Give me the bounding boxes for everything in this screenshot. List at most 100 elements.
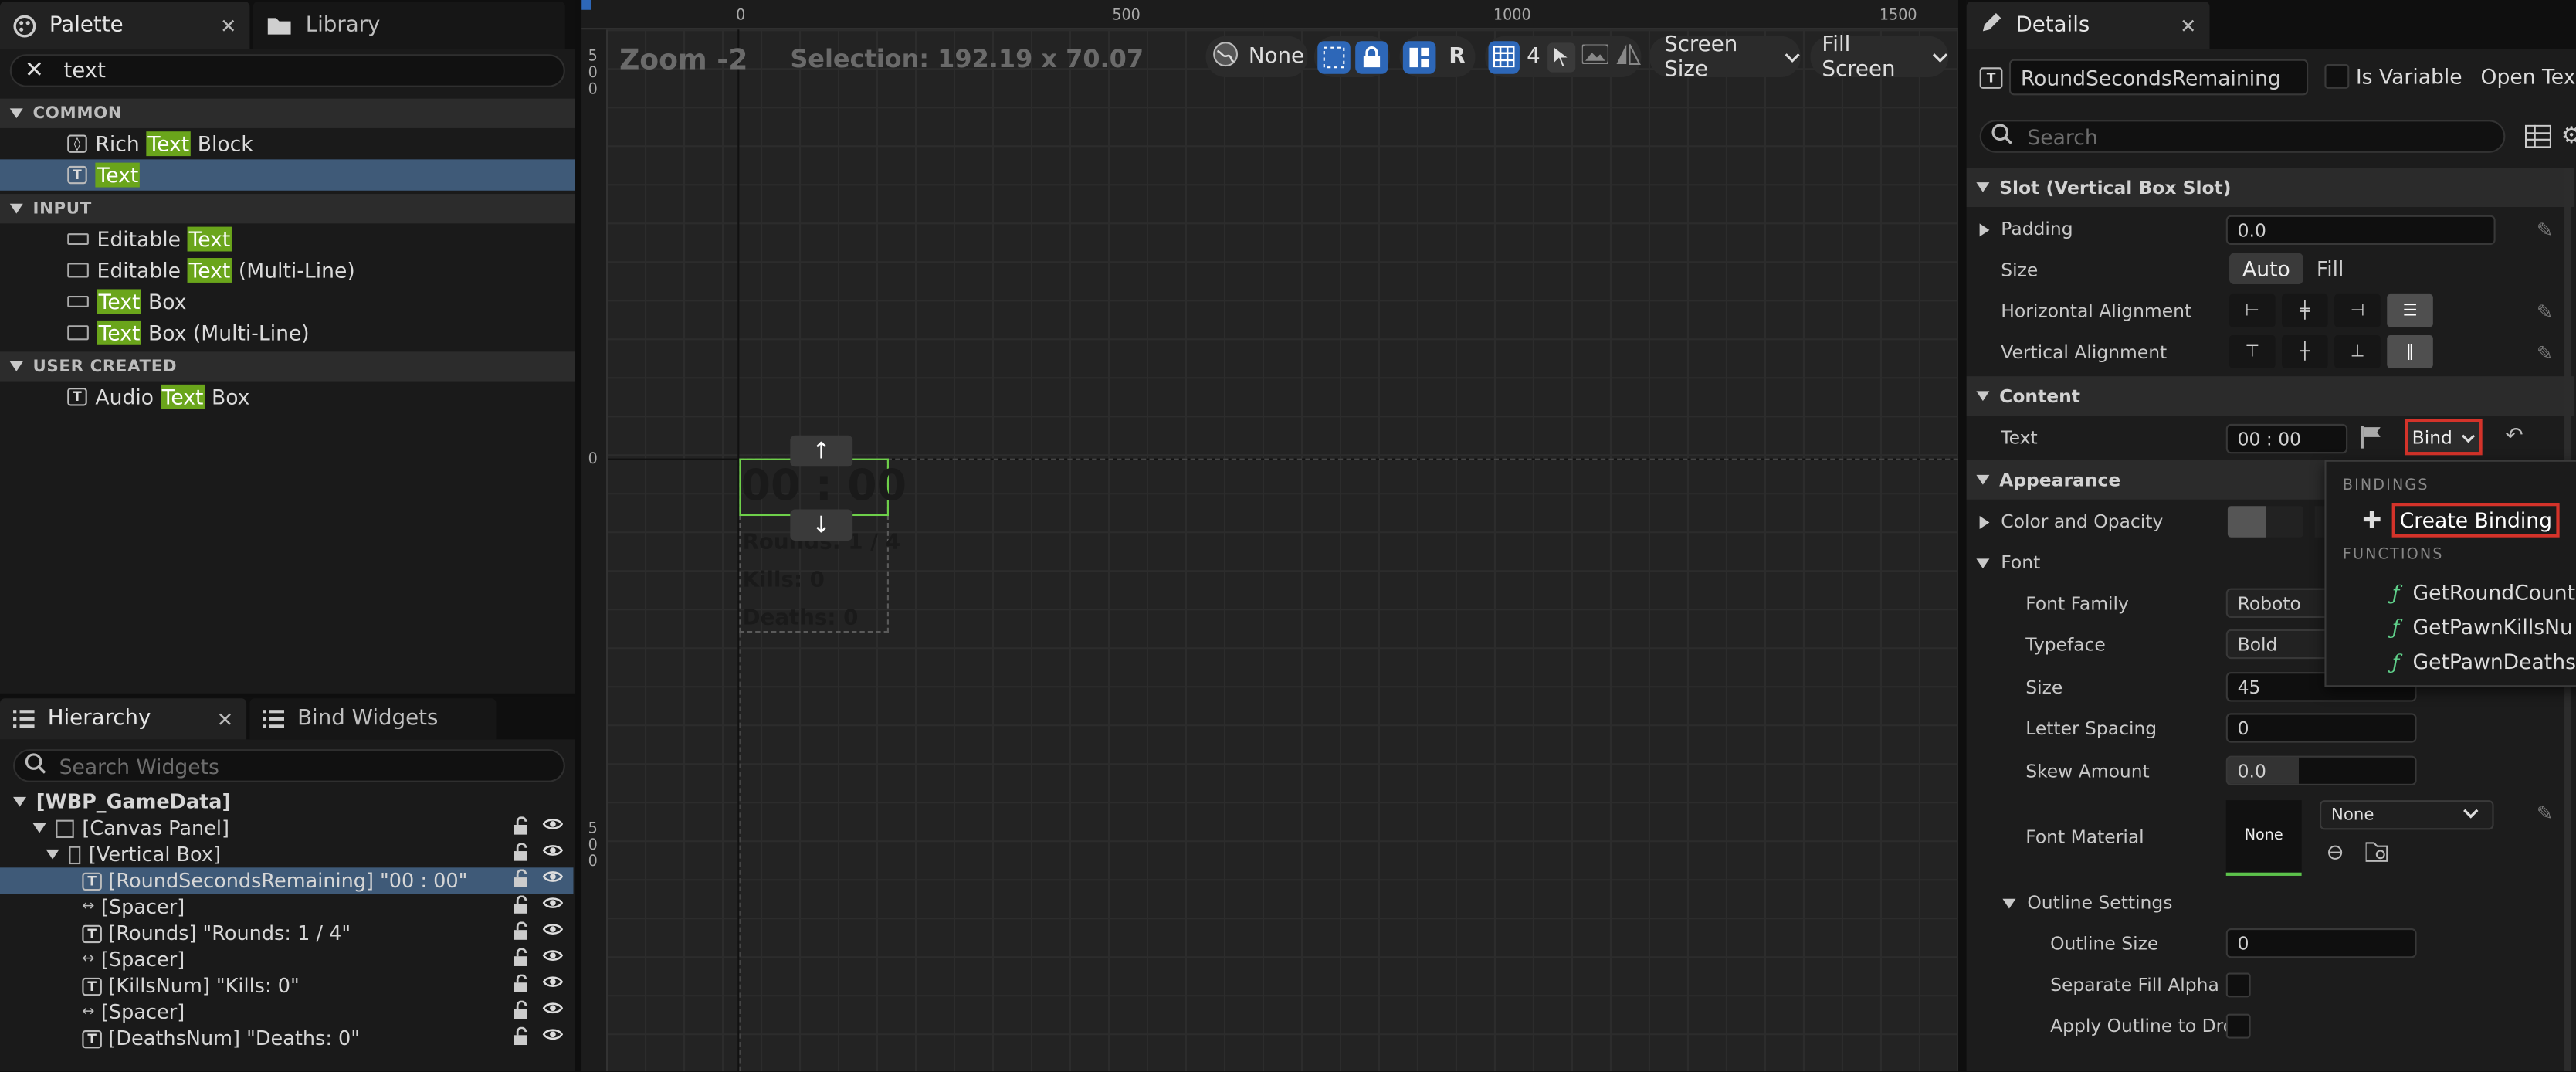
- grid-snap-value[interactable]: 4: [1527, 44, 1541, 69]
- eye-icon[interactable]: [542, 975, 564, 998]
- hierarchy-row[interactable]: T [RoundSecondsRemaining] "00 : 00": [0, 867, 574, 894]
- function-menu-item[interactable]: ƒ GetPawnDeaths: [2392, 644, 2576, 679]
- size-auto-button[interactable]: Auto: [2229, 253, 2303, 285]
- use-selected-icon[interactable]: ⊖: [2327, 841, 2344, 866]
- palette-item[interactable]: T Text: [0, 159, 575, 191]
- create-binding-menu-item[interactable]: ✚ Create Binding: [2362, 503, 2561, 538]
- function-menu-item[interactable]: ƒ GetPawnKillsNu: [2392, 609, 2576, 644]
- hierarchy-row[interactable]: T [KillsNum] "Kills: 0": [0, 972, 573, 999]
- expand-triangle-icon[interactable]: [46, 849, 59, 860]
- palette-item[interactable]: Text Box (Multi-Line): [0, 317, 575, 348]
- hierarchy-search-input[interactable]: Search Widgets: [59, 753, 219, 778]
- align-fill-v-icon[interactable]: ∥: [2387, 335, 2433, 368]
- hierarchy-search[interactable]: Search Widgets: [13, 749, 565, 782]
- tab-bind-widgets[interactable]: Bind Widgets: [249, 698, 497, 740]
- hierarchy-row[interactable]: [Vertical Box]: [0, 841, 573, 867]
- eye-icon[interactable]: [542, 1027, 564, 1050]
- palette-item[interactable]: Editable Text: [0, 223, 575, 254]
- font-material-thumbnail[interactable]: None: [2225, 800, 2302, 876]
- unlock-icon[interactable]: [513, 974, 529, 998]
- browse-icon[interactable]: [2364, 841, 2391, 867]
- move-up-button[interactable]: ↑: [790, 435, 853, 467]
- move-down-button[interactable]: ↓: [790, 509, 853, 541]
- align-right-icon[interactable]: ⊣: [2334, 293, 2381, 327]
- layout-icon[interactable]: [1402, 40, 1436, 73]
- palette-category[interactable]: COMMON: [0, 98, 575, 128]
- is-variable-checkbox[interactable]: [2324, 63, 2350, 89]
- image-icon[interactable]: [1581, 42, 1609, 70]
- close-icon[interactable]: ✕: [2180, 14, 2196, 37]
- pin-icon[interactable]: ✎: [2537, 218, 2553, 241]
- unlock-icon[interactable]: [513, 948, 529, 972]
- font-material-dropdown[interactable]: None: [2320, 800, 2494, 830]
- expand-triangle-icon[interactable]: [32, 823, 46, 833]
- size-fill-button[interactable]: Fill: [2303, 253, 2357, 284]
- close-icon[interactable]: ✕: [217, 707, 233, 731]
- r-toggle[interactable]: R: [1441, 44, 1474, 69]
- eye-icon[interactable]: [542, 869, 564, 892]
- text-value-field[interactable]: 00 : 00: [2225, 423, 2348, 454]
- skew-field[interactable]: 0.0: [2225, 755, 2417, 785]
- mirror-icon[interactable]: [1615, 42, 1641, 71]
- localization-preview-button[interactable]: None: [1205, 36, 1308, 77]
- cursor-icon[interactable]: [1547, 42, 1576, 72]
- palette-item[interactable]: T Audio Text Box: [0, 382, 575, 412]
- palette-item[interactable]: ◊ Rich Text Block: [0, 128, 575, 159]
- align-center-v-icon[interactable]: ┼: [2282, 335, 2328, 368]
- hierarchy-row[interactable]: T [DeathsNum] "Deaths: 0": [0, 1026, 573, 1052]
- expand-triangle-icon[interactable]: [13, 796, 27, 807]
- open-text-link[interactable]: Open Text: [2481, 64, 2576, 89]
- bind-dropdown-button[interactable]: Bind: [2405, 419, 2483, 456]
- fill-screen-dropdown[interactable]: Fill Screen: [1810, 32, 1949, 81]
- screen-size-dropdown[interactable]: Screen Size: [1649, 32, 1801, 81]
- expand-triangle-icon[interactable]: [2002, 897, 2016, 908]
- grid-icon[interactable]: [1488, 40, 1520, 73]
- hierarchy-row[interactable]: ↔ [Spacer]: [0, 894, 573, 920]
- palette-search[interactable]: ✕ text: [9, 54, 565, 87]
- eye-icon[interactable]: [542, 948, 564, 972]
- align-left-icon[interactable]: ⊢: [2229, 293, 2276, 327]
- function-menu-item[interactable]: ƒ GetRoundCountI: [2392, 575, 2576, 610]
- apply-outline-checkbox[interactable]: [2225, 1013, 2251, 1039]
- collapse-triangle-icon[interactable]: [1979, 222, 1990, 236]
- unlock-icon[interactable]: [513, 921, 529, 945]
- eye-icon[interactable]: [542, 816, 564, 840]
- reset-arrow-icon[interactable]: ↶: [2505, 424, 2523, 449]
- eye-icon[interactable]: [542, 1001, 564, 1024]
- details-search-input[interactable]: Search: [2027, 124, 2097, 149]
- pin-icon[interactable]: ✎: [2537, 802, 2553, 825]
- dashed-outline-icon[interactable]: [1317, 40, 1351, 73]
- tab-palette[interactable]: Palette ✕: [0, 2, 250, 49]
- palette-search-input[interactable]: text: [63, 59, 106, 83]
- unlock-icon[interactable]: [513, 1000, 529, 1024]
- pin-icon[interactable]: ✎: [2537, 341, 2553, 364]
- flag-icon[interactable]: [2361, 426, 2382, 453]
- collapse-triangle-icon[interactable]: [1979, 514, 1990, 528]
- align-bottom-icon[interactable]: ⊥: [2334, 335, 2381, 368]
- section-slot[interactable]: Slot (Vertical Box Slot): [1966, 168, 2574, 208]
- expand-triangle-icon[interactable]: [1976, 558, 1990, 568]
- align-center-h-icon[interactable]: ╪: [2282, 293, 2328, 327]
- unlock-icon[interactable]: [513, 843, 529, 866]
- details-search[interactable]: Search: [1979, 120, 2506, 153]
- settings-icon[interactable]: ⚙: [2561, 124, 2576, 150]
- widget-name-field[interactable]: RoundSecondsRemaining: [2008, 59, 2309, 96]
- letter-spacing-field[interactable]: 0: [2225, 713, 2417, 743]
- unlock-icon[interactable]: [513, 816, 529, 840]
- eye-icon[interactable]: [542, 922, 564, 945]
- color-swatch[interactable]: [2227, 506, 2303, 538]
- padding-field[interactable]: 0.0: [2225, 215, 2496, 245]
- section-content[interactable]: Content: [1966, 376, 2574, 416]
- tab-hierarchy[interactable]: Hierarchy ✕: [0, 698, 247, 740]
- tab-library[interactable]: Library: [253, 2, 565, 49]
- tab-details[interactable]: Details ✕: [1966, 2, 2210, 49]
- palette-item[interactable]: Text Box: [0, 286, 575, 317]
- hierarchy-row[interactable]: ↔ [Spacer]: [0, 999, 573, 1026]
- eye-icon[interactable]: [542, 895, 564, 918]
- hierarchy-row[interactable]: [Canvas Panel]: [0, 815, 573, 841]
- table-view-icon[interactable]: [2524, 124, 2552, 153]
- close-icon[interactable]: ✕: [220, 14, 236, 37]
- clear-search-icon[interactable]: ✕: [25, 57, 44, 83]
- designer-viewport[interactable]: 0 500 1000 1500 5 0 0 0 5 0 0 Zoom -2 Se…: [581, 0, 1958, 1072]
- outline-size-field[interactable]: 0: [2225, 928, 2417, 958]
